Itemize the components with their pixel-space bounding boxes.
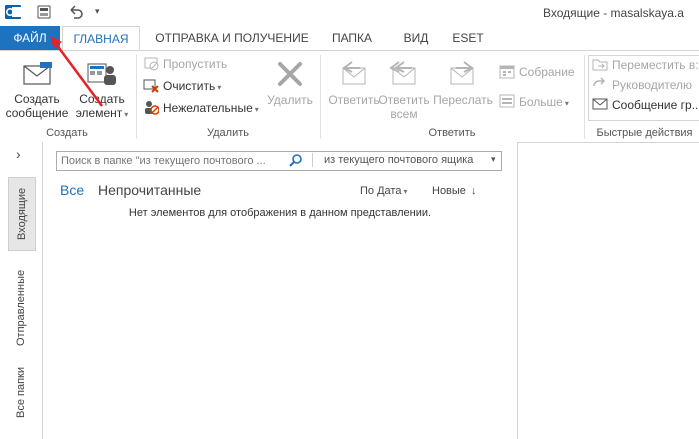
move-folder-icon (592, 56, 608, 72)
chevron-down-icon: ▾ (217, 83, 222, 92)
ignore-button[interactable]: Пропустить (143, 54, 227, 74)
group-separator (584, 55, 585, 139)
empty-list-message: Нет элементов для отображения в данном п… (128, 207, 432, 219)
new-email-label-line2: сообщение (5, 106, 69, 120)
new-email-label-line1: Создать (14, 92, 60, 106)
chevron-down-icon: ▾ (564, 99, 569, 108)
quick-step-to-manager[interactable]: Руководителю (592, 76, 692, 94)
forward-button[interactable]: Переслать (432, 93, 494, 107)
new-items-label-line1: Создать (79, 92, 125, 106)
filter-unread[interactable]: Непрочитанные (98, 182, 201, 198)
chevron-down-icon[interactable]: ▾ (491, 154, 496, 165)
arrow-down-icon: ↓ (470, 185, 477, 197)
move-to-label: Переместить в: (612, 58, 699, 72)
clean-up-label: Очистить (163, 79, 216, 93)
new-items-label-line2: элемент (75, 106, 123, 120)
undo-icon[interactable] (67, 4, 83, 20)
junk-icon (143, 99, 160, 115)
filter-all[interactable]: Все (60, 182, 84, 198)
reply-all-button[interactable]: Ответить всем (376, 93, 432, 121)
reply-all-label-line2: всем (390, 107, 418, 121)
sort-by-label: По Дата (360, 185, 402, 197)
meeting-label: Собрание (519, 65, 575, 79)
quick-step-team-email[interactable]: Сообщение гр... (592, 96, 699, 114)
more-icon (499, 93, 515, 109)
nav-all-folders[interactable]: Все папки (8, 362, 34, 424)
group-label-quick-steps: Быстрые действия (596, 127, 693, 139)
ignore-label: Пропустить (163, 57, 228, 71)
search-scope-dropdown[interactable]: из текущего почтового ящика (324, 154, 473, 166)
delete-button[interactable]: Удалить (262, 93, 318, 107)
search-divider (312, 153, 313, 167)
calendar-icon (499, 63, 515, 79)
group-label-create: Создать (46, 127, 88, 139)
team-email-label: Сообщение гр... (612, 98, 699, 112)
reply-all-icon (388, 58, 420, 90)
quick-step-move-to[interactable]: Переместить в: (592, 56, 699, 74)
team-email-icon (592, 96, 608, 112)
send-receive-all-icon[interactable] (36, 4, 52, 20)
outlook-logo-icon (5, 4, 21, 20)
group-separator (320, 55, 321, 139)
tab-folder[interactable]: ПАПКА (322, 26, 382, 50)
chevron-down-icon: ▾ (254, 105, 259, 114)
nav-sent[interactable]: Отправленные (8, 258, 34, 358)
reply-button[interactable]: Ответить (326, 93, 382, 107)
new-email-button[interactable]: Создать сообщение (4, 92, 70, 124)
chevron-down-icon: ▾ (124, 110, 129, 119)
junk-label: Нежелательные (163, 101, 253, 115)
chevron-down-icon: ▾ (403, 187, 408, 196)
sort-order-label: Новые (432, 185, 466, 197)
group-label-delete: Удалить (207, 127, 249, 139)
forward-arrow-icon (592, 76, 608, 92)
nav-inbox[interactable]: Входящие (8, 177, 36, 251)
sort-order-toggle[interactable]: Новые ↓ (432, 185, 476, 197)
sort-by-dropdown[interactable]: По Дата ▾ (360, 185, 407, 197)
more-respond-button[interactable]: Больше ▾ (499, 92, 569, 112)
tab-file[interactable]: ФАЙЛ (0, 26, 60, 50)
tab-eset[interactable]: ESET (448, 26, 488, 50)
more-label: Больше (519, 95, 563, 109)
tab-home[interactable]: ГЛАВНАЯ (62, 26, 140, 50)
to-manager-label: Руководителю (612, 78, 693, 92)
junk-button[interactable]: Нежелательные ▾ (143, 98, 259, 118)
new-items-button[interactable]: Создать элемент ▾ (72, 92, 132, 124)
meeting-button[interactable]: Собрание (499, 62, 575, 82)
tab-view[interactable]: ВИД (396, 26, 436, 50)
forward-icon (446, 58, 478, 90)
new-email-icon (22, 60, 54, 88)
clean-up-icon (143, 77, 159, 93)
window-title: Входящие - masalskaya.a (543, 6, 684, 20)
group-label-respond: Ответить (428, 127, 476, 139)
reply-icon (338, 58, 370, 90)
qat-customize-icon[interactable]: ▾ (95, 6, 100, 17)
clean-up-button[interactable]: Очистить ▾ (143, 76, 221, 96)
search-scope-label: из текущего почтового ящика (324, 154, 474, 166)
group-separator (136, 55, 137, 139)
search-input[interactable] (61, 153, 283, 169)
expand-folder-pane-icon[interactable]: › (16, 146, 21, 162)
new-items-icon (86, 58, 118, 90)
tab-send-receive[interactable]: ОТПРАВКА И ПОЛУЧЕНИЕ (152, 26, 312, 50)
ignore-icon (143, 55, 159, 71)
reply-all-label-line1: Ответить (378, 93, 430, 107)
delete-x-icon (274, 58, 306, 90)
search-icon[interactable] (289, 153, 303, 167)
